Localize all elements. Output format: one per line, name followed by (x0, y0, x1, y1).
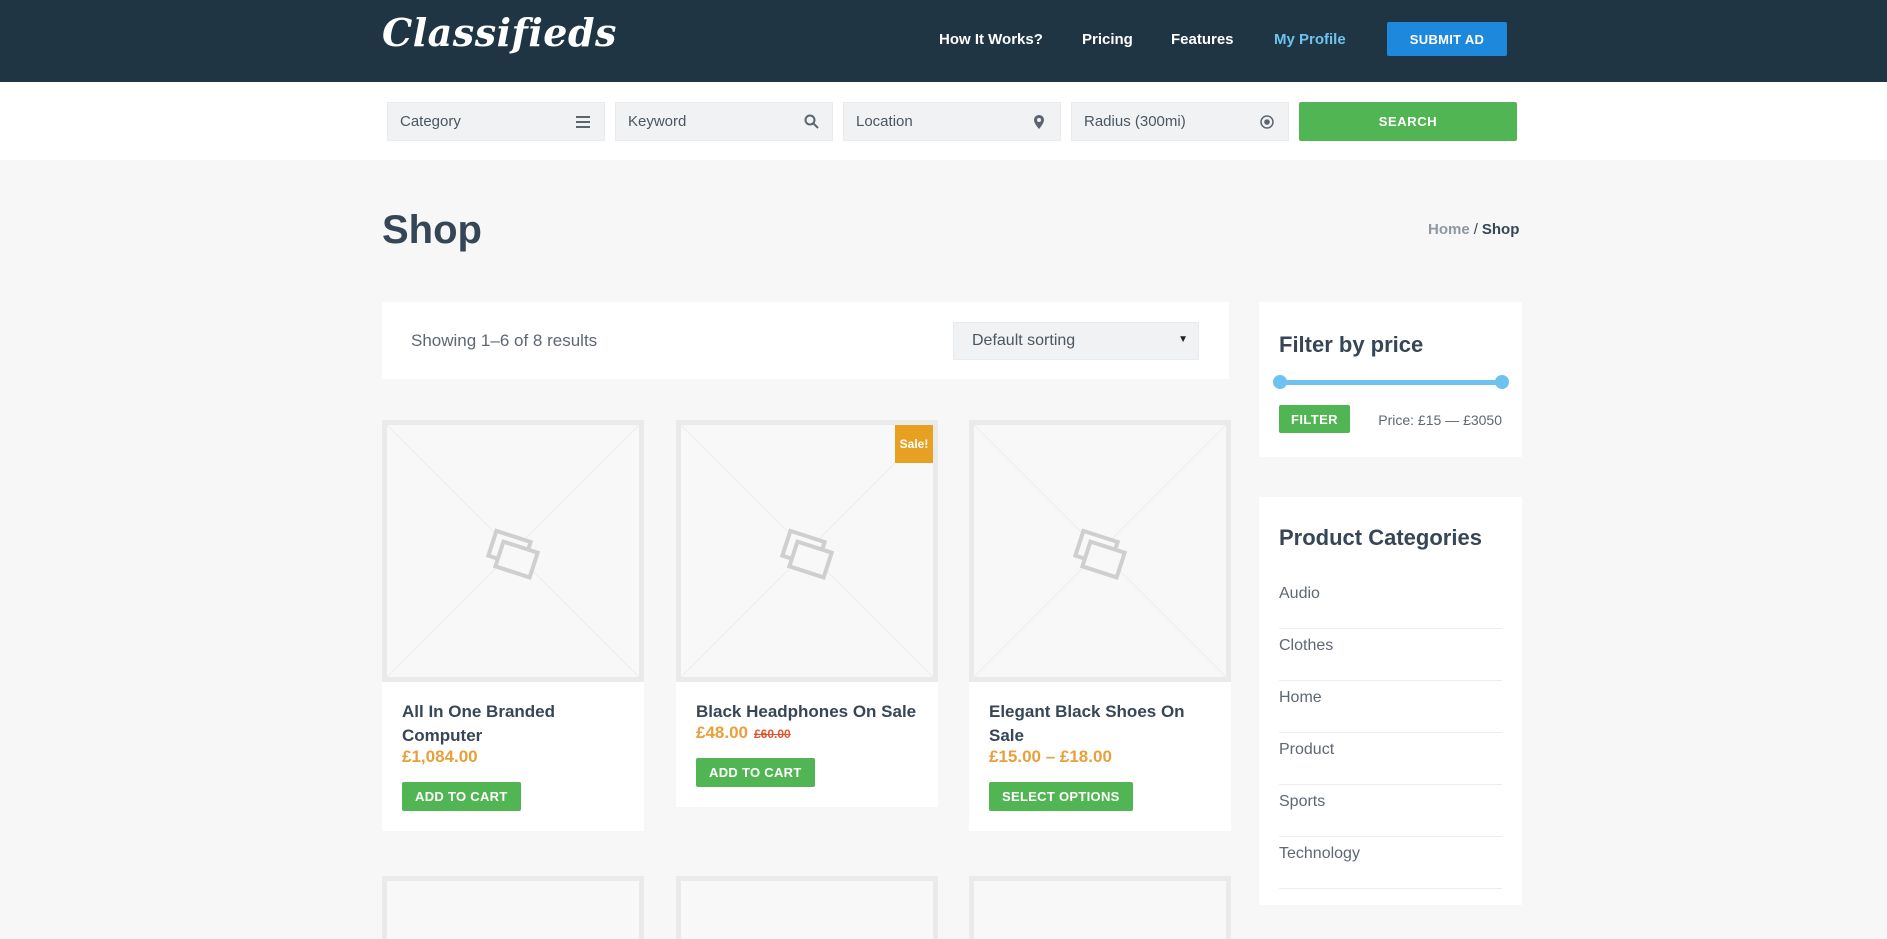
filter-button[interactable]: FILTER (1279, 405, 1350, 433)
nav-pricing[interactable]: Pricing (1082, 31, 1133, 48)
sort-dropdown[interactable]: Default sorting ▼ (953, 322, 1199, 360)
price-slider-track[interactable] (1279, 380, 1502, 385)
current-price: £48.00 (696, 723, 748, 742)
nav-how-it-works[interactable]: How It Works? (939, 31, 1043, 48)
target-icon (1258, 113, 1276, 131)
caret-down-icon: ▼ (1178, 333, 1188, 345)
product-card[interactable]: Elegant Black Shoes On Sale £15.00 – £18… (969, 420, 1231, 831)
radius-select-label: Radius (300mi) (1084, 113, 1186, 130)
current-price: £1,084.00 (402, 747, 478, 766)
category-item-audio[interactable]: Audio (1279, 577, 1502, 629)
breadcrumb-current: Shop (1481, 221, 1520, 238)
add-to-cart-button[interactable]: ADD TO CART (696, 758, 815, 787)
page-title: Shop (382, 208, 482, 252)
category-select-label: Category (400, 113, 461, 130)
product-card-partial[interactable] (382, 876, 644, 939)
product-price: £15.00 – £18.00 (989, 747, 1112, 767)
search-icon (802, 113, 820, 131)
category-select[interactable]: Category (387, 102, 605, 141)
price-filter-widget: Filter by price FILTER Price: £15 — £305… (1259, 302, 1522, 457)
old-price: £60.00 (754, 727, 791, 741)
current-price: £15.00 – £18.00 (989, 747, 1112, 766)
category-item-home[interactable]: Home (1279, 681, 1502, 733)
product-card[interactable]: All In One Branded Computer £1,084.00 AD… (382, 420, 644, 831)
product-categories-widget: Product Categories Audio Clothes Home Pr… (1259, 497, 1522, 905)
add-to-cart-button[interactable]: ADD TO CART (402, 782, 521, 811)
radius-select[interactable]: Radius (300mi) (1071, 102, 1289, 141)
select-options-button[interactable]: SELECT OPTIONS (989, 782, 1133, 811)
menu-icon (574, 113, 592, 131)
product-categories-title: Product Categories (1279, 525, 1482, 550)
product-image-placeholder[interactable] (382, 420, 644, 682)
price-filter-title: Filter by price (1279, 332, 1424, 357)
search-bar: Category Keyword Location Radius (300mi)… (0, 82, 1887, 160)
site-logo[interactable]: Classifieds (382, 10, 617, 55)
breadcrumb-separator: / (1473, 221, 1478, 238)
nav-my-profile[interactable]: My Profile (1274, 31, 1346, 48)
submit-ad-button[interactable]: SUBMIT AD (1387, 22, 1507, 56)
category-item-sports[interactable]: Sports (1279, 785, 1502, 837)
sale-badge: Sale! (895, 425, 933, 463)
product-card[interactable]: Sale! Black Headphones On Sale £48.00 £60… (676, 420, 938, 807)
product-image-placeholder[interactable] (969, 420, 1231, 682)
location-input[interactable]: Location (843, 102, 1061, 141)
top-navbar: Classifieds How It Works? Pricing Featur… (0, 0, 1887, 82)
product-card-partial[interactable] (676, 876, 938, 939)
category-list: Audio Clothes Home Product Sports Techno… (1279, 577, 1502, 889)
keyword-input[interactable]: Keyword (615, 102, 833, 141)
map-pin-icon (1030, 113, 1048, 131)
product-title[interactable]: Elegant Black Shoes On Sale (989, 700, 1214, 748)
product-title[interactable]: All In One Branded Computer (402, 700, 627, 748)
breadcrumb: Home / Shop (1428, 221, 1519, 238)
keyword-input-placeholder: Keyword (628, 113, 687, 130)
product-price: £48.00 £60.00 (696, 723, 791, 743)
sort-dropdown-label: Default sorting (972, 332, 1076, 349)
location-input-placeholder: Location (856, 113, 913, 130)
product-price: £1,084.00 (402, 747, 478, 767)
category-item-product[interactable]: Product (1279, 733, 1502, 785)
category-item-clothes[interactable]: Clothes (1279, 629, 1502, 681)
breadcrumb-home-link[interactable]: Home (1428, 221, 1470, 238)
product-card-partial[interactable] (969, 876, 1231, 939)
nav-features[interactable]: Features (1171, 31, 1234, 48)
search-button[interactable]: SEARCH (1299, 102, 1517, 141)
price-slider-max-handle[interactable] (1495, 375, 1509, 389)
category-item-technology[interactable]: Technology (1279, 837, 1502, 889)
price-slider-min-handle[interactable] (1273, 375, 1287, 389)
price-range-text: Price: £15 — £3050 (1378, 412, 1502, 428)
results-count: Showing 1–6 of 8 results (411, 331, 598, 350)
product-title[interactable]: Black Headphones On Sale (696, 700, 921, 724)
results-toolbar: Showing 1–6 of 8 results Default sorting… (382, 302, 1229, 379)
